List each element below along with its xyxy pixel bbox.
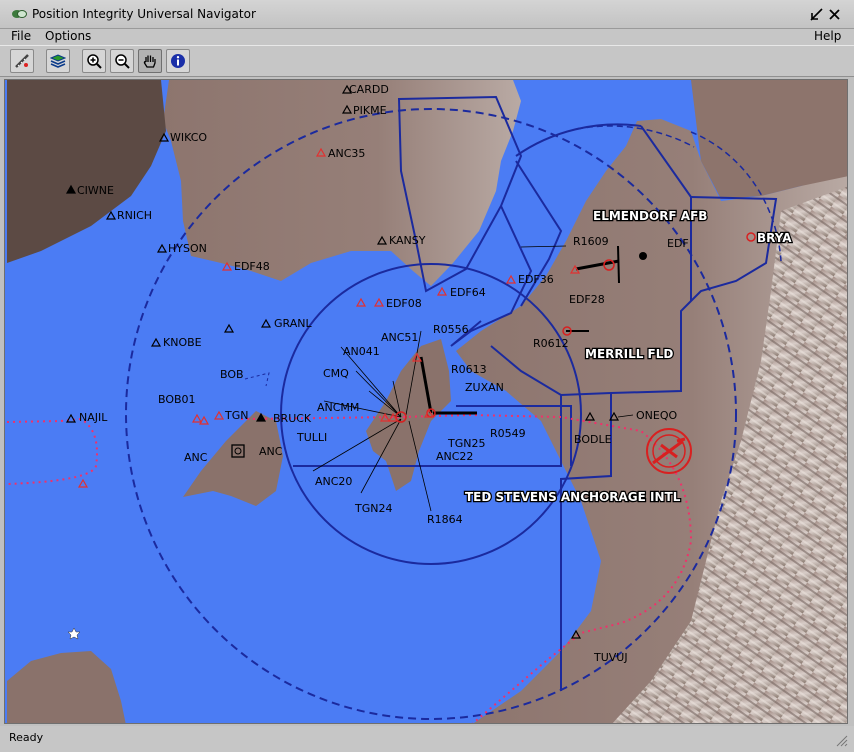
- menu-options[interactable]: Options: [45, 29, 91, 44]
- map-viewport[interactable]: ELMENDORF AFB MERRILL FLD TED STEVENS AN…: [4, 79, 848, 724]
- waypoint-edf[interactable]: EDF: [667, 237, 689, 250]
- menu-help[interactable]: Help: [814, 29, 841, 44]
- bryant-label: BRYA: [757, 231, 792, 245]
- waypoint-najil[interactable]: NAJIL: [79, 411, 108, 424]
- waypoint-edf48[interactable]: EDF48: [234, 260, 270, 273]
- zoom-in-button[interactable]: [82, 49, 106, 73]
- waypoint-knobe[interactable]: KNOBE: [163, 336, 202, 349]
- zoom-in-icon: [87, 54, 102, 69]
- waypoint-bob01[interactable]: BOB01: [158, 393, 196, 406]
- waypoint-cmq[interactable]: CMQ: [323, 367, 349, 380]
- waypoint-tuvuj[interactable]: TUVUJ: [593, 651, 628, 664]
- menu-bar: File Options Help: [0, 29, 854, 45]
- pan-button[interactable]: [138, 49, 162, 73]
- waypoint-tulli[interactable]: TULLI: [296, 431, 327, 444]
- info-button[interactable]: [166, 49, 190, 73]
- ted-stevens-label: TED STEVENS ANCHORAGE INTL: [465, 490, 681, 504]
- waypoint-zuxan[interactable]: ZUXAN: [465, 381, 504, 394]
- app-icon: [12, 10, 27, 18]
- status-bar: Ready: [0, 726, 854, 752]
- zoom-out-icon: [115, 54, 130, 69]
- layers-button[interactable]: [46, 49, 70, 73]
- waypoint-r1864[interactable]: R1864: [427, 513, 463, 526]
- waypoint-granl[interactable]: GRANL: [274, 317, 312, 330]
- pan-hand-icon: [143, 55, 156, 68]
- title-bar: Position Integrity Universal Navigator: [0, 0, 854, 29]
- menu-file[interactable]: File: [11, 29, 31, 44]
- waypoint-oneqo[interactable]: ONEQO: [636, 409, 677, 422]
- waypoint-r0612[interactable]: R0612: [533, 337, 569, 350]
- waypoint-edf36[interactable]: EDF36: [518, 273, 554, 286]
- waypoint-anc35[interactable]: ANC35: [328, 147, 365, 160]
- waypoint-r0556[interactable]: R0556: [433, 323, 469, 336]
- info-icon: [171, 54, 185, 68]
- waypoint-r1609[interactable]: R1609: [573, 235, 609, 248]
- status-text: Ready: [9, 731, 44, 744]
- waypoint-hyson[interactable]: HYSON: [168, 242, 207, 255]
- ruler-tool-button[interactable]: [10, 49, 34, 73]
- waypoint-an041[interactable]: AN041: [343, 345, 380, 358]
- layers-icon: [50, 54, 66, 68]
- window-title: Position Integrity Universal Navigator: [32, 7, 256, 21]
- close-icon[interactable]: [828, 8, 841, 21]
- waypoint-pikme[interactable]: PIKME: [353, 104, 387, 117]
- merrill-label: MERRILL FLD: [585, 347, 673, 361]
- resize-grip-icon[interactable]: [836, 735, 848, 747]
- waypoint-bob[interactable]: BOB: [220, 368, 244, 381]
- waypoint-tgn[interactable]: TGN: [224, 409, 248, 422]
- restore-icon[interactable]: [810, 8, 823, 21]
- waypoint-anc-vor[interactable]: ANC: [184, 451, 208, 464]
- waypoint-ancmm[interactable]: ANCMM: [317, 401, 359, 414]
- waypoint-anc-apt[interactable]: ANC: [259, 445, 283, 458]
- waypoint-wikco[interactable]: WIKCO: [170, 131, 207, 144]
- ruler-tool-icon: [15, 54, 29, 68]
- waypoint-tgn24[interactable]: TGN24: [354, 502, 392, 515]
- waypoint-tgn25[interactable]: TGN25: [447, 437, 485, 450]
- navigation-map[interactable]: ELMENDORF AFB MERRILL FLD TED STEVENS AN…: [5, 80, 848, 724]
- waypoint-cardd[interactable]: CARDD: [349, 83, 389, 96]
- waypoint-edf64[interactable]: EDF64: [450, 286, 486, 299]
- waypoint-r0549[interactable]: R0549: [490, 427, 526, 440]
- waypoint-edf28[interactable]: EDF28: [569, 293, 605, 306]
- waypoint-ciwne[interactable]: CIWNE: [77, 184, 114, 197]
- waypoint-edf08[interactable]: EDF08: [386, 297, 422, 310]
- waypoint-anc51[interactable]: ANC51: [381, 331, 418, 344]
- waypoint-rnich[interactable]: RNICH: [117, 209, 152, 222]
- waypoint-anc20[interactable]: ANC20: [315, 475, 352, 488]
- waypoint-r0613[interactable]: R0613: [451, 363, 487, 376]
- elmendorf-label: ELMENDORF AFB: [593, 209, 707, 223]
- waypoint-kansy[interactable]: KANSY: [389, 234, 426, 247]
- waypoint-bodle[interactable]: BODLE: [574, 433, 612, 446]
- toolbar: [0, 45, 854, 77]
- waypoint-anc22[interactable]: ANC22: [436, 450, 473, 463]
- zoom-out-button[interactable]: [110, 49, 134, 73]
- waypoint-bruck[interactable]: BRUCK: [273, 412, 312, 425]
